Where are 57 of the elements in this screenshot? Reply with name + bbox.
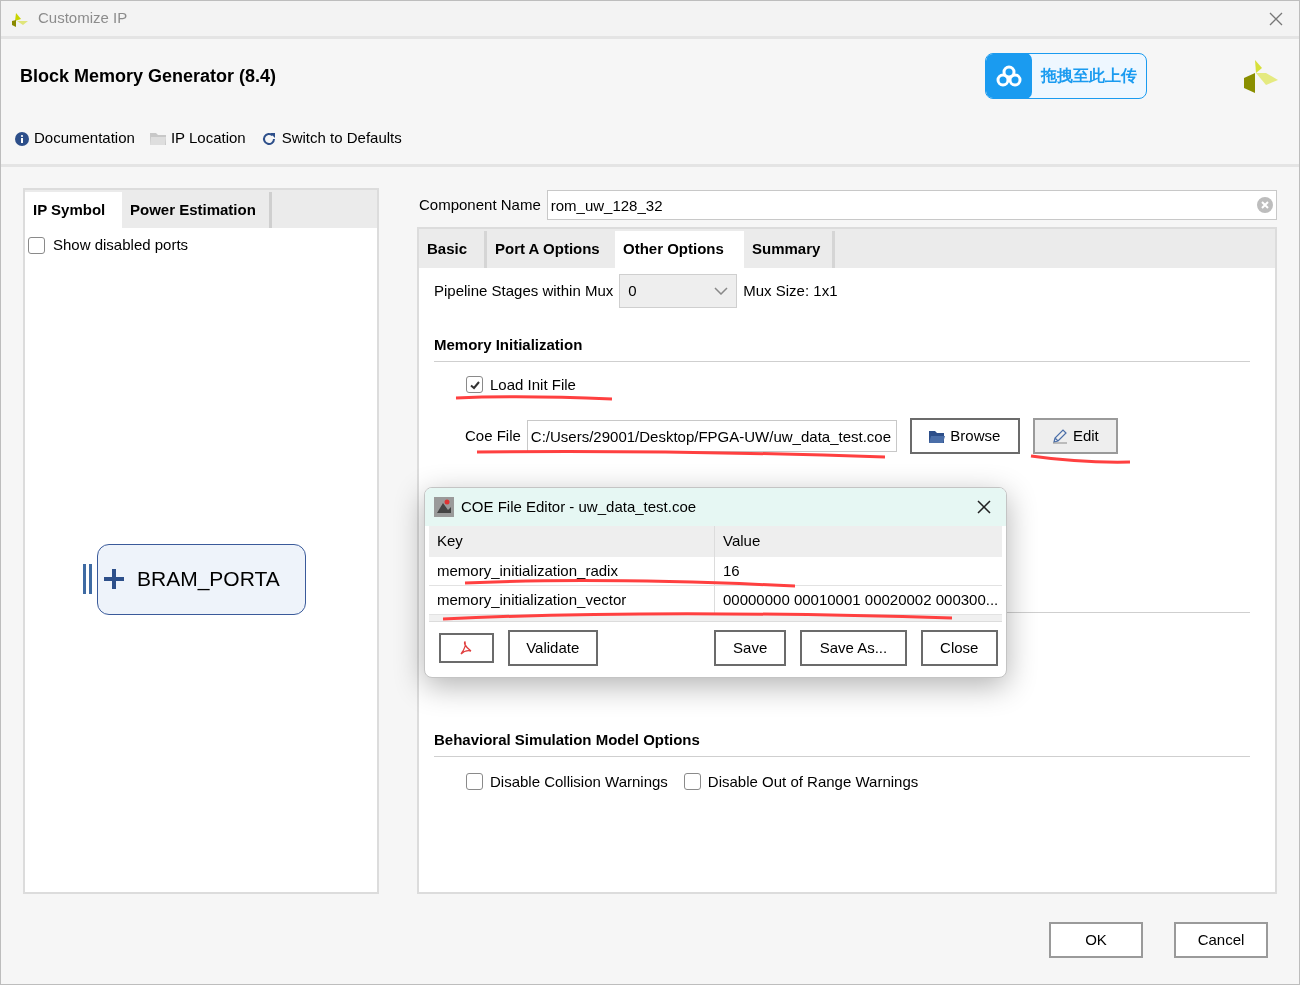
folder-icon [149, 132, 166, 145]
toolbar-button[interactable]: Documentation [15, 127, 135, 150]
mux-size-text: Mux Size: 1x1 [743, 280, 838, 301]
table-cell: memory_initialization_vector [429, 586, 715, 614]
bus-port-icon [81, 564, 95, 594]
dialog-button[interactable]: Save [713, 630, 787, 666]
clear-icon [1257, 197, 1273, 213]
plus-icon [103, 568, 125, 590]
info-icon [15, 131, 29, 146]
dialog-button[interactable]: OK [1049, 922, 1143, 958]
checkbox[interactable] [28, 236, 45, 254]
checkbox-label: Show disabled ports [53, 235, 189, 255]
file-button[interactable]: Browse [909, 418, 1020, 454]
checkbox-label: Load Init File [490, 374, 576, 395]
dialog-button[interactable]: Cancel [1174, 922, 1268, 958]
port-label: BRAM_PORTA [137, 566, 280, 593]
close-icon [1269, 11, 1283, 26]
tab[interactable]: Other Options [615, 231, 744, 268]
close-icon [977, 500, 991, 514]
dialog-button[interactable]: Close [920, 630, 998, 666]
panel-tab[interactable]: IP Symbol [25, 192, 122, 228]
checkbox-label: Disable Collision Warnings [490, 771, 668, 792]
dialog-button[interactable]: Validate [507, 630, 598, 666]
bram-port-block[interactable]: BRAM_PORTA [97, 543, 306, 615]
folder-icon [929, 429, 946, 443]
dialog-heading: Block Memory Generator (8.4) [20, 64, 277, 88]
dialog-title: COE File Editor - uw_data_test.coe [461, 496, 697, 517]
checkbox-label: Disable Out of Range Warnings [707, 771, 919, 792]
field-label: Component Name [419, 194, 541, 215]
file-button[interactable]: Edit [1032, 418, 1118, 454]
close-button[interactable] [976, 499, 992, 515]
editor-app-icon [434, 497, 454, 517]
checkbox[interactable] [466, 773, 483, 791]
cloud-icon [996, 65, 1022, 87]
dialog-button[interactable]: Save As... [800, 630, 907, 666]
field-label: Coe File [465, 425, 521, 446]
pipeline-dropdown[interactable]: 0 [619, 274, 738, 308]
table-cell-text: 00000000 00010001 00020002 000300... [722, 589, 1000, 610]
checkbox[interactable] [683, 773, 701, 791]
component-name-field[interactable]: rom_uw_128_32 [546, 190, 1277, 220]
toolbar-button[interactable]: IP Location [149, 127, 246, 150]
refresh-icon [260, 130, 277, 147]
section-heading: Behavioral Simulation Model Options [434, 729, 1250, 757]
column-header: Value [722, 531, 762, 552]
coe-file-field[interactable]: C:/Users/29001/Desktop/FPGA-UW/uw_data_test.coe [526, 420, 897, 452]
pdf-icon [459, 640, 474, 656]
chevron-down-icon [714, 287, 729, 295]
table-cell: memory_initialization_radix [429, 557, 715, 585]
field-label: Pipeline Stages within Mux [434, 280, 614, 301]
vendor-logo-icon [1243, 58, 1279, 94]
checkbox[interactable] [466, 376, 483, 394]
window-title: Customize IP [38, 8, 128, 29]
toolbar-button[interactable]: Switch to Defaults [260, 127, 402, 150]
pencil-icon [1051, 428, 1068, 444]
section-heading: Memory Initialization [434, 334, 1250, 362]
pdf-button[interactable] [439, 633, 494, 663]
table-cell-text: 16 [722, 560, 741, 581]
